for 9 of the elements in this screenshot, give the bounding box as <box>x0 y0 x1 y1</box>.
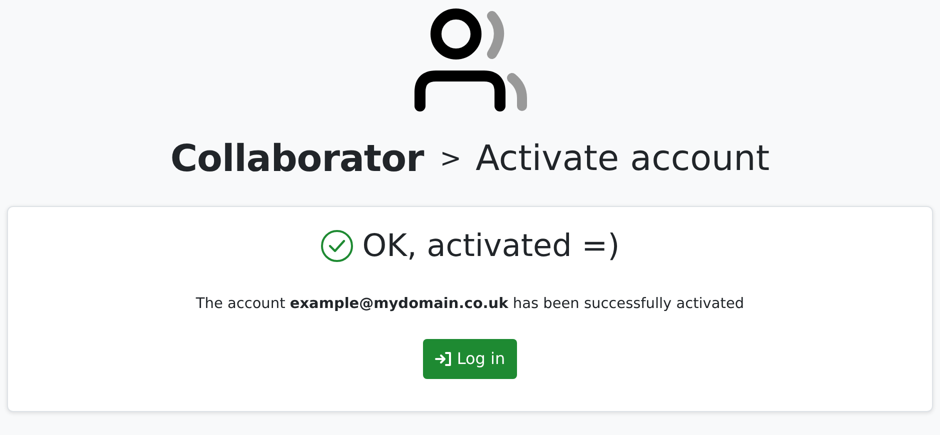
app-name: Collaborator <box>170 136 424 182</box>
page-title: Activate account <box>476 138 770 181</box>
login-button[interactable]: Log in <box>422 339 518 380</box>
users-logo-icon <box>412 6 528 112</box>
activation-message: The account example@mydomain.co.uk has been successfully activated <box>196 294 744 314</box>
status-heading: OK, activated =) <box>362 227 620 266</box>
login-icon <box>434 351 453 368</box>
breadcrumb-separator: > <box>440 142 462 176</box>
check-circle-icon <box>320 229 354 264</box>
